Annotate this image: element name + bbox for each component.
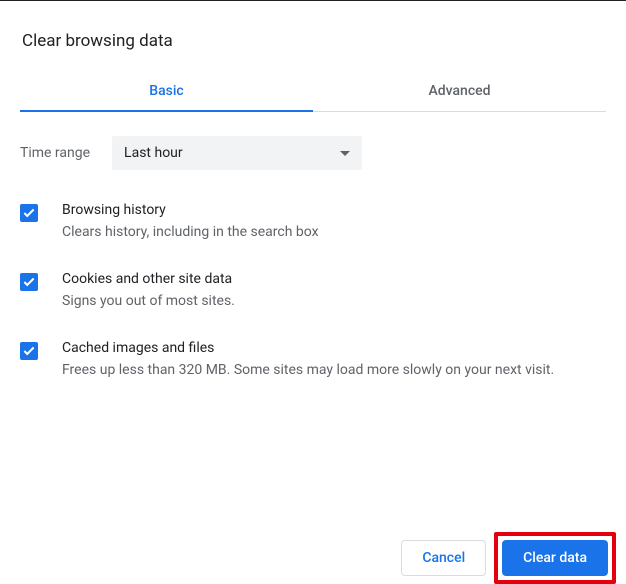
option-cookies: Cookies and other site data Signs you ou… xyxy=(20,271,606,312)
check-icon xyxy=(22,206,36,220)
chevron-down-icon xyxy=(340,151,350,156)
cancel-button[interactable]: Cancel xyxy=(401,540,486,576)
option-text: Cookies and other site data Signs you ou… xyxy=(62,271,606,312)
button-label: Clear data xyxy=(523,550,587,566)
time-range-row: Time range Last hour xyxy=(20,136,606,170)
tab-label: Basic xyxy=(149,83,183,99)
option-cache: Cached images and files Frees up less th… xyxy=(20,340,606,381)
annotation-highlight: Clear data xyxy=(494,532,616,584)
checkbox-cache[interactable] xyxy=(20,342,38,360)
option-text: Browsing history Clears history, includi… xyxy=(62,202,606,243)
clear-browsing-data-dialog: Clear browsing data Basic Advanced Time … xyxy=(0,1,626,381)
time-range-label: Time range xyxy=(20,145,90,161)
tab-label: Advanced xyxy=(428,83,490,99)
button-label: Cancel xyxy=(422,550,465,566)
option-desc: Signs you out of most sites. xyxy=(62,291,606,312)
checkbox-cookies[interactable] xyxy=(20,273,38,291)
clear-data-button[interactable]: Clear data xyxy=(502,540,608,576)
dialog-title: Clear browsing data xyxy=(22,31,606,51)
option-title: Cached images and files xyxy=(62,340,606,356)
check-icon xyxy=(22,344,36,358)
option-title: Browsing history xyxy=(62,202,606,218)
checkbox-browsing-history[interactable] xyxy=(20,204,38,222)
tab-bar: Basic Advanced xyxy=(20,73,606,112)
option-desc: Clears history, including in the search … xyxy=(62,222,606,243)
time-range-select[interactable]: Last hour xyxy=(112,136,362,170)
option-title: Cookies and other site data xyxy=(62,271,606,287)
tab-advanced[interactable]: Advanced xyxy=(313,73,606,111)
option-text: Cached images and files Frees up less th… xyxy=(62,340,606,381)
dialog-footer: Cancel Clear data xyxy=(401,532,616,584)
time-range-value: Last hour xyxy=(124,145,183,161)
option-desc: Frees up less than 320 MB. Some sites ma… xyxy=(62,360,606,381)
option-browsing-history: Browsing history Clears history, includi… xyxy=(20,202,606,243)
tab-basic[interactable]: Basic xyxy=(20,73,313,111)
check-icon xyxy=(22,275,36,289)
